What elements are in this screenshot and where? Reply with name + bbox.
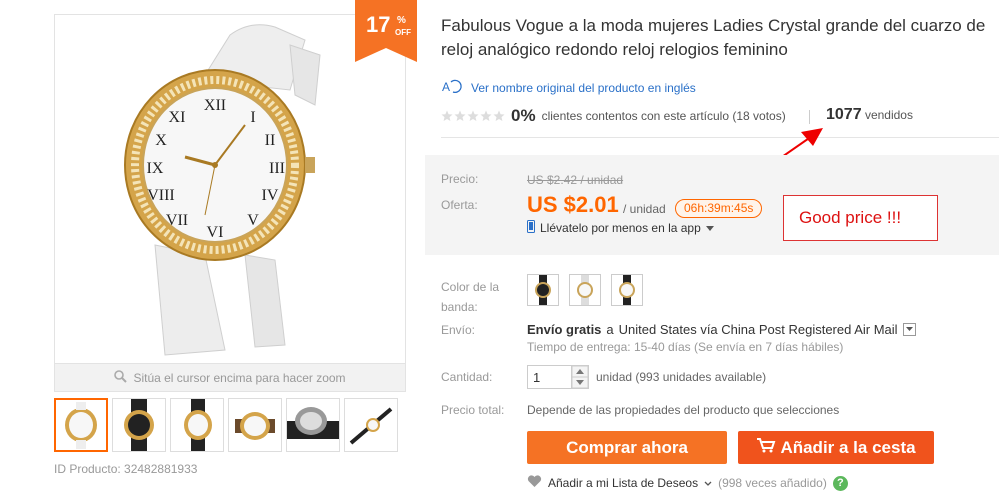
star-icon [467,110,479,121]
discount-value: 17 [366,12,391,37]
quantity-label: Cantidad: [441,370,493,384]
product-title-line1: Fabulous Vogue a la moda mujeres Ladies … [441,16,986,35]
cart-icon [756,437,776,458]
thumbnail-4[interactable] [228,398,282,452]
delivery-time: Tiempo de entrega: 15-40 días (Se envía … [527,340,844,354]
chevron-down-icon [704,476,712,490]
shipping-to: a [606,322,614,337]
svg-text:VIII: VIII [147,187,175,204]
main-product-image[interactable]: XII I II III IV V VI VII VIII IX X XI [54,14,406,364]
svg-text:III: III [269,160,285,177]
wishlist-row[interactable]: Añadir a mi Lista de Deseos (998 veces a… [527,475,848,491]
svg-text:I: I [250,109,255,126]
color-label-line2: banda: [441,300,478,314]
thumbnail-2[interactable] [112,398,166,452]
svg-text:XI: XI [169,109,186,126]
svg-text:IX: IX [147,160,164,177]
help-icon[interactable]: ? [832,475,848,491]
magnifier-icon [114,369,128,386]
price-unit: / unidad [623,202,666,216]
svg-text:II: II [265,132,276,149]
product-id: ID Producto: 32482881933 [54,462,198,476]
shipping-label: Envío: [441,323,476,337]
svg-text:VII: VII [166,212,188,229]
caret-down-icon [705,221,714,235]
discount-off: OFF [395,28,411,37]
satisfaction-percent: 0% [511,106,536,125]
thumbnail-6[interactable] [344,398,398,452]
wishlist-count: (998 veces añadido) [718,476,827,490]
rating-stars [441,110,505,122]
discount-percent: % [397,15,406,26]
svg-text:V: V [247,212,259,229]
price-label: Precio: [441,172,479,186]
translate-row[interactable]: A Ver nombre original del producto en in… [441,78,696,97]
translate-link[interactable]: Ver nombre original del producto en ingl… [471,81,696,95]
quantity-stepper[interactable] [571,365,589,389]
heart-icon [527,475,542,491]
annotation-box: Good price !!! [783,195,938,241]
color-label: Color de la banda: [441,277,499,317]
phone-icon [527,220,535,236]
thumbnail-5[interactable] [286,398,340,452]
app-discount-text[interactable]: Llévatelo por menos en la app [540,221,701,235]
quantity-value: 1 [533,370,541,385]
shipping-dropdown-icon[interactable] [902,323,916,336]
svg-text:A: A [442,80,450,94]
translate-icon: A [441,78,463,97]
sold-count: 1077 vendidos [826,106,913,124]
shipping-row: Envío gratis a United States vía China P… [527,322,916,337]
thumbnail-3[interactable] [170,398,224,452]
original-price: US $2.42 / unidad [527,173,624,187]
svg-text:IV: IV [262,187,279,204]
svg-text:X: X [155,132,167,149]
star-icon [493,110,505,121]
add-to-cart-label: Añadir a la cesta [780,437,916,457]
add-to-cart-button[interactable]: Añadir a la cesta [738,431,934,464]
color-swatch-black[interactable] [527,274,559,306]
color-label-line1: Color de la [441,280,500,294]
sold-label: vendidos [864,108,913,122]
star-icon [454,110,466,121]
wishlist-label[interactable]: Añadir a mi Lista de Deseos [548,476,698,490]
countdown-timer: 06h:39m:45s [675,199,763,218]
offer-price: US $2.01 [527,192,619,217]
svg-text:VI: VI [207,224,224,241]
quantity-note: unidad (993 unidades available) [596,370,767,384]
product-title: Fabulous Vogue a la moda mujeres Ladies … [441,14,999,62]
color-swatch-white[interactable] [569,274,601,306]
free-shipping: Envío gratis [527,322,602,337]
product-title-line2: reloj analógico redondo reloj relogios f… [441,40,788,59]
sold-number: 1077 [826,106,862,123]
total-price-note: Depende de las propiedades del producto … [527,403,840,417]
offer-label: Oferta: [441,198,478,212]
annotation-text: Good price !!! [799,208,902,227]
total-price-label: Precio total: [441,403,505,417]
star-icon [441,110,453,121]
separator [441,137,999,138]
svg-text:XII: XII [204,97,226,114]
star-icon [480,110,492,121]
buy-now-button[interactable]: Comprar ahora [527,431,727,464]
thumbnail-1[interactable] [54,398,108,452]
color-swatch-black-white[interactable] [611,274,643,306]
zoom-hint-bar: Sitúa el cursor encima para hacer zoom [54,364,406,392]
rating-row: 0% clientes contentos con este artículo … [441,106,786,126]
app-discount-row[interactable]: Llévatelo por menos en la app [527,220,714,236]
zoom-hint-text: Sitúa el cursor encima para hacer zoom [133,370,346,385]
shipping-destination: United States vía China Post Registered … [618,322,898,337]
